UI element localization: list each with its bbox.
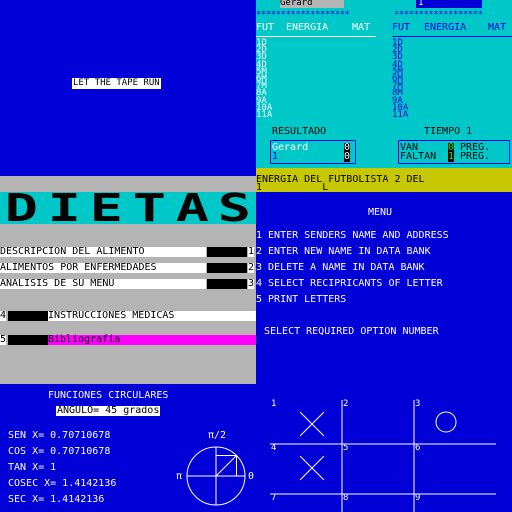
menu-prompt: SELECT REQUIRED OPTION NUMBER (264, 326, 439, 337)
circular-title: FUNCIONES CIRCULARES (48, 390, 169, 401)
faltan-label: FALTAN (400, 151, 437, 162)
pi-half-label: π/2 (208, 430, 227, 441)
tictactoe-cell-number: 7 (271, 493, 277, 503)
faltan-value: 1 (448, 151, 455, 162)
tictactoe-cell[interactable]: 1 (270, 400, 342, 444)
option-5-number: 5 (0, 334, 7, 345)
header-energia-right: ENERGIA (424, 22, 467, 33)
tictactoe-cell[interactable]: 8 (342, 494, 414, 512)
tictactoe-cell[interactable]: 9 (414, 494, 486, 512)
tictactoe-cell-number: 1 (271, 399, 277, 409)
tictactoe-cell[interactable]: 2 (342, 400, 414, 444)
menu-item-3[interactable]: 3 DELETE A NAME IN DATA BANK (256, 263, 425, 273)
menu-item-2[interactable]: 2 ENTER NEW NAME IN DATA BANK (256, 247, 431, 257)
score-row-2-name: 1 (272, 151, 279, 162)
tictactoe-cell-number: 3 (415, 399, 421, 409)
dietas-title: DIETAS (0, 186, 256, 230)
score-row-2-value: 0 (344, 151, 351, 162)
dietas-menu-screen: DIETAS DESCRIPCION DEL ALIMENTO 1 ALIMEN… (0, 176, 256, 384)
unit-circle-diagram (186, 446, 246, 506)
option-2-number: 2 (248, 262, 255, 273)
option-5-label: Bibliografia (48, 335, 256, 345)
option-1-bar (207, 247, 247, 257)
option-4-label: INSTRUCCIONES MEDICAS (48, 311, 256, 321)
left-player-list: 1D 2D 3D 4D 5M 6M 7M 8A 9A 10A 11A (256, 38, 273, 121)
x-mark-icon (300, 456, 324, 480)
letters-menu-screen: MENU 1 ENTER SENDERS NAME AND ADDRESS 2 … (256, 192, 512, 384)
pi-label: π (176, 471, 183, 482)
option-row-3[interactable]: ANALISIS DE SU MENU 3 (0, 279, 256, 289)
energy-prompt-strip: ENERGIA DEL FUTBOLISTA 2 DEL 1 L (256, 168, 512, 192)
option-3-number: 3 (248, 278, 255, 289)
option-row-1[interactable]: DESCRIPCION DEL ALIMENTO 1 (0, 247, 256, 257)
stars-right: ****************** (394, 10, 483, 20)
tictactoe-cell[interactable]: 4 (270, 444, 342, 494)
football-quiz-screen: Gerard 1 ******************* ***********… (256, 0, 512, 168)
player-left-name: Gerard (280, 0, 344, 8)
tictactoe-screen: 1 2 3 4 5 6 7 8 9 (256, 384, 512, 512)
menu-item-1[interactable]: 1 ENTER SENDERS NAME AND ADDRESS (256, 231, 449, 241)
option-2-bar (207, 263, 247, 273)
header-energia-left: ENERGIA (286, 22, 329, 33)
tictactoe-cell[interactable]: 7 (270, 494, 342, 512)
option-5-bar (8, 335, 48, 345)
header-fut-right: FUT (392, 22, 411, 33)
energy-prompt-line2: 1 L (256, 182, 329, 193)
tictactoe-cell[interactable]: 3 (414, 400, 486, 444)
option-1-number: 1 (248, 246, 255, 257)
faltan-suffix: PREG. (460, 151, 491, 162)
option-4-number: 4 (0, 310, 7, 321)
sec-row: SEC X= 1.4142136 (8, 494, 105, 505)
header-mat-left: MAT (352, 22, 371, 33)
player-right-name: 1 (416, 0, 482, 8)
stars-left: ******************* (256, 10, 350, 20)
zero-label: 0 (248, 471, 255, 482)
option-3-label: ANALISIS DE SU MENU (0, 279, 206, 289)
header-mat-right: MAT (488, 22, 507, 33)
left-player-entry: 11A (256, 110, 273, 121)
right-player-list: 1D 2D 3D 4D 5M 6M 7M 8M 9A 10A 11A (392, 38, 409, 121)
option-3-bar (207, 279, 247, 289)
dietas-title-letter: S (218, 186, 252, 230)
cosec-row: COSEC X= 1.4142136 (8, 478, 117, 489)
menu-item-4[interactable]: 4 SELECT RECIPRICANTS OF LETTER (256, 279, 443, 289)
option-row-4[interactable]: 4 INSTRUCCIONES MEDICAS (0, 311, 256, 321)
tictactoe-cell[interactable]: 5 (342, 444, 414, 494)
tictactoe-cell-number: 9 (415, 493, 421, 503)
option-row-5[interactable]: 5 Bibliografia (0, 335, 256, 345)
o-mark-icon (435, 411, 457, 433)
option-2-label: ALIMENTOS POR ENFERMEDADES (0, 263, 206, 273)
option-4-bar (8, 311, 48, 321)
x-mark-icon (300, 412, 324, 436)
circular-functions-screen: FUNCIONES CIRCULARES ANGULO= 45 grados S… (0, 384, 256, 512)
menu-item-5[interactable]: 5 PRINT LETTERS (256, 295, 346, 305)
tictactoe-cell-number: 4 (271, 443, 277, 453)
resultado-label: RESULTADO (272, 126, 327, 137)
tiempo-label: TIEMPO 1 (424, 126, 473, 137)
tape-loading-screen: LET THE TAPE RUN (0, 0, 256, 176)
header-underline-left (256, 36, 376, 37)
header-underline-right (392, 36, 512, 37)
tictactoe-cell-number: 6 (415, 443, 421, 453)
header-fut-left: FUT (256, 22, 275, 33)
option-row-2[interactable]: ALIMENTOS POR ENFERMEDADES 2 (0, 263, 256, 273)
angle-label: ANGULO= 45 grados (56, 405, 161, 416)
tictactoe-cell[interactable]: 6 (414, 444, 486, 494)
tictactoe-cell-number: 8 (343, 493, 349, 503)
right-player-entry: 11A (392, 110, 409, 121)
cos-row: COS X= 0.70710678 (8, 446, 111, 457)
menu-title: MENU (368, 207, 393, 218)
option-1-label: DESCRIPCION DEL ALIMENTO (0, 247, 206, 257)
tictactoe-cell-number: 2 (343, 399, 349, 409)
tan-row: TAN X= 1 (8, 462, 57, 473)
tictactoe-cell-number: 5 (343, 443, 349, 453)
tape-message: LET THE TAPE RUN (72, 78, 161, 89)
sen-row: SEN X= 0.70710678 (8, 430, 111, 441)
